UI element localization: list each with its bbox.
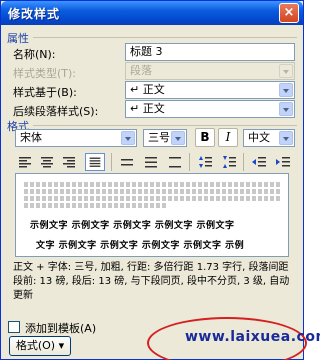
- add-to-template-label: 添加到模板(A): [25, 322, 97, 335]
- properties-section-label: 属性: [7, 32, 29, 45]
- style-description: 正文 + 字体: 三号, 加粗, 行距: 多倍行距 1.73 字行, 段落间距段…: [13, 262, 290, 301]
- modify-style-dialog: 修改样式 × 属性 名称(N): 标题 3 样式类型(T): 段落 样式基于(B…: [0, 0, 320, 360]
- toolbar-separator: [189, 153, 190, 171]
- font-value: 宋体: [20, 131, 42, 144]
- font-select[interactable]: 宋体: [15, 129, 137, 147]
- preview-ghost-line: [24, 182, 280, 187]
- properties-divider: [33, 37, 297, 38]
- close-icon: ×: [283, 5, 295, 20]
- single-spacing-icon[interactable]: [117, 153, 137, 171]
- italic-button[interactable]: I: [218, 128, 238, 147]
- name-label: 名称(N):: [13, 48, 56, 61]
- preview-ghost-line: [24, 203, 168, 208]
- style-preview: 示例文字 示例文字 示例文字 示例文字 示例文字 文字 示例文字 示例文字 示例…: [15, 173, 289, 257]
- preview-sample-line: 文字 示例文字 示例文字 示例文字 示例文字 示例: [36, 241, 245, 251]
- toolbar-separator: [243, 153, 244, 171]
- format-button-label: 格式(O) ▾: [15, 339, 65, 352]
- script-select[interactable]: 中文: [243, 129, 295, 147]
- next-style-label: 后续段落样式(S):: [13, 105, 99, 118]
- name-field[interactable]: 标题 3: [125, 43, 295, 61]
- chevron-down-icon[interactable]: [279, 102, 293, 116]
- increase-indent-icon[interactable]: [273, 153, 293, 171]
- next-style-value: ↵ 正文: [130, 102, 165, 115]
- script-value: 中文: [248, 131, 270, 144]
- format-button[interactable]: 格式(O) ▾: [9, 336, 71, 356]
- chevron-down-icon[interactable]: [171, 131, 185, 145]
- based-on-select[interactable]: ↵ 正文: [125, 81, 295, 99]
- size-value: 三号: [148, 131, 170, 144]
- preview-sample-line: 示例文字 示例文字 示例文字 示例文字 示例文字: [30, 221, 235, 231]
- style-type-value: 段落: [130, 64, 152, 77]
- chevron-down-icon[interactable]: [121, 131, 135, 145]
- dialog-title: 修改样式: [8, 7, 61, 21]
- style-type-select: 段落: [125, 62, 295, 80]
- bold-icon: B: [200, 130, 210, 144]
- toolbar-separator: [111, 153, 112, 171]
- size-select[interactable]: 三号: [143, 129, 187, 147]
- next-style-select[interactable]: ↵ 正文: [125, 100, 295, 118]
- one-half-spacing-icon[interactable]: [141, 153, 161, 171]
- preview-ghost-line: [24, 196, 280, 201]
- style-type-label: 样式类型(T):: [13, 67, 77, 80]
- increase-spacing-icon[interactable]: [195, 153, 215, 171]
- based-on-value: ↵ 正文: [130, 83, 165, 96]
- decrease-spacing-icon[interactable]: [219, 153, 239, 171]
- bold-button[interactable]: B: [195, 128, 215, 147]
- chevron-down-icon[interactable]: [279, 83, 293, 97]
- preview-ghost-line: [24, 189, 280, 194]
- title-bar[interactable]: 修改样式 ×: [1, 1, 303, 25]
- add-to-template-checkbox[interactable]: [8, 321, 20, 333]
- name-value: 标题 3: [130, 45, 163, 58]
- format-divider: [33, 125, 297, 126]
- site-watermark: www.laixuea.com: [185, 329, 320, 345]
- chevron-down-icon[interactable]: [279, 131, 293, 145]
- align-right-icon[interactable]: [59, 153, 79, 171]
- based-on-label: 样式基于(B):: [13, 86, 77, 99]
- close-button[interactable]: ×: [279, 3, 299, 23]
- double-spacing-icon[interactable]: [165, 153, 185, 171]
- justify-icon[interactable]: [85, 153, 105, 171]
- align-center-icon[interactable]: [37, 153, 57, 171]
- chevron-down-icon: [279, 64, 293, 78]
- decrease-indent-icon[interactable]: [249, 153, 269, 171]
- italic-icon: I: [225, 130, 231, 144]
- align-left-icon[interactable]: [15, 153, 35, 171]
